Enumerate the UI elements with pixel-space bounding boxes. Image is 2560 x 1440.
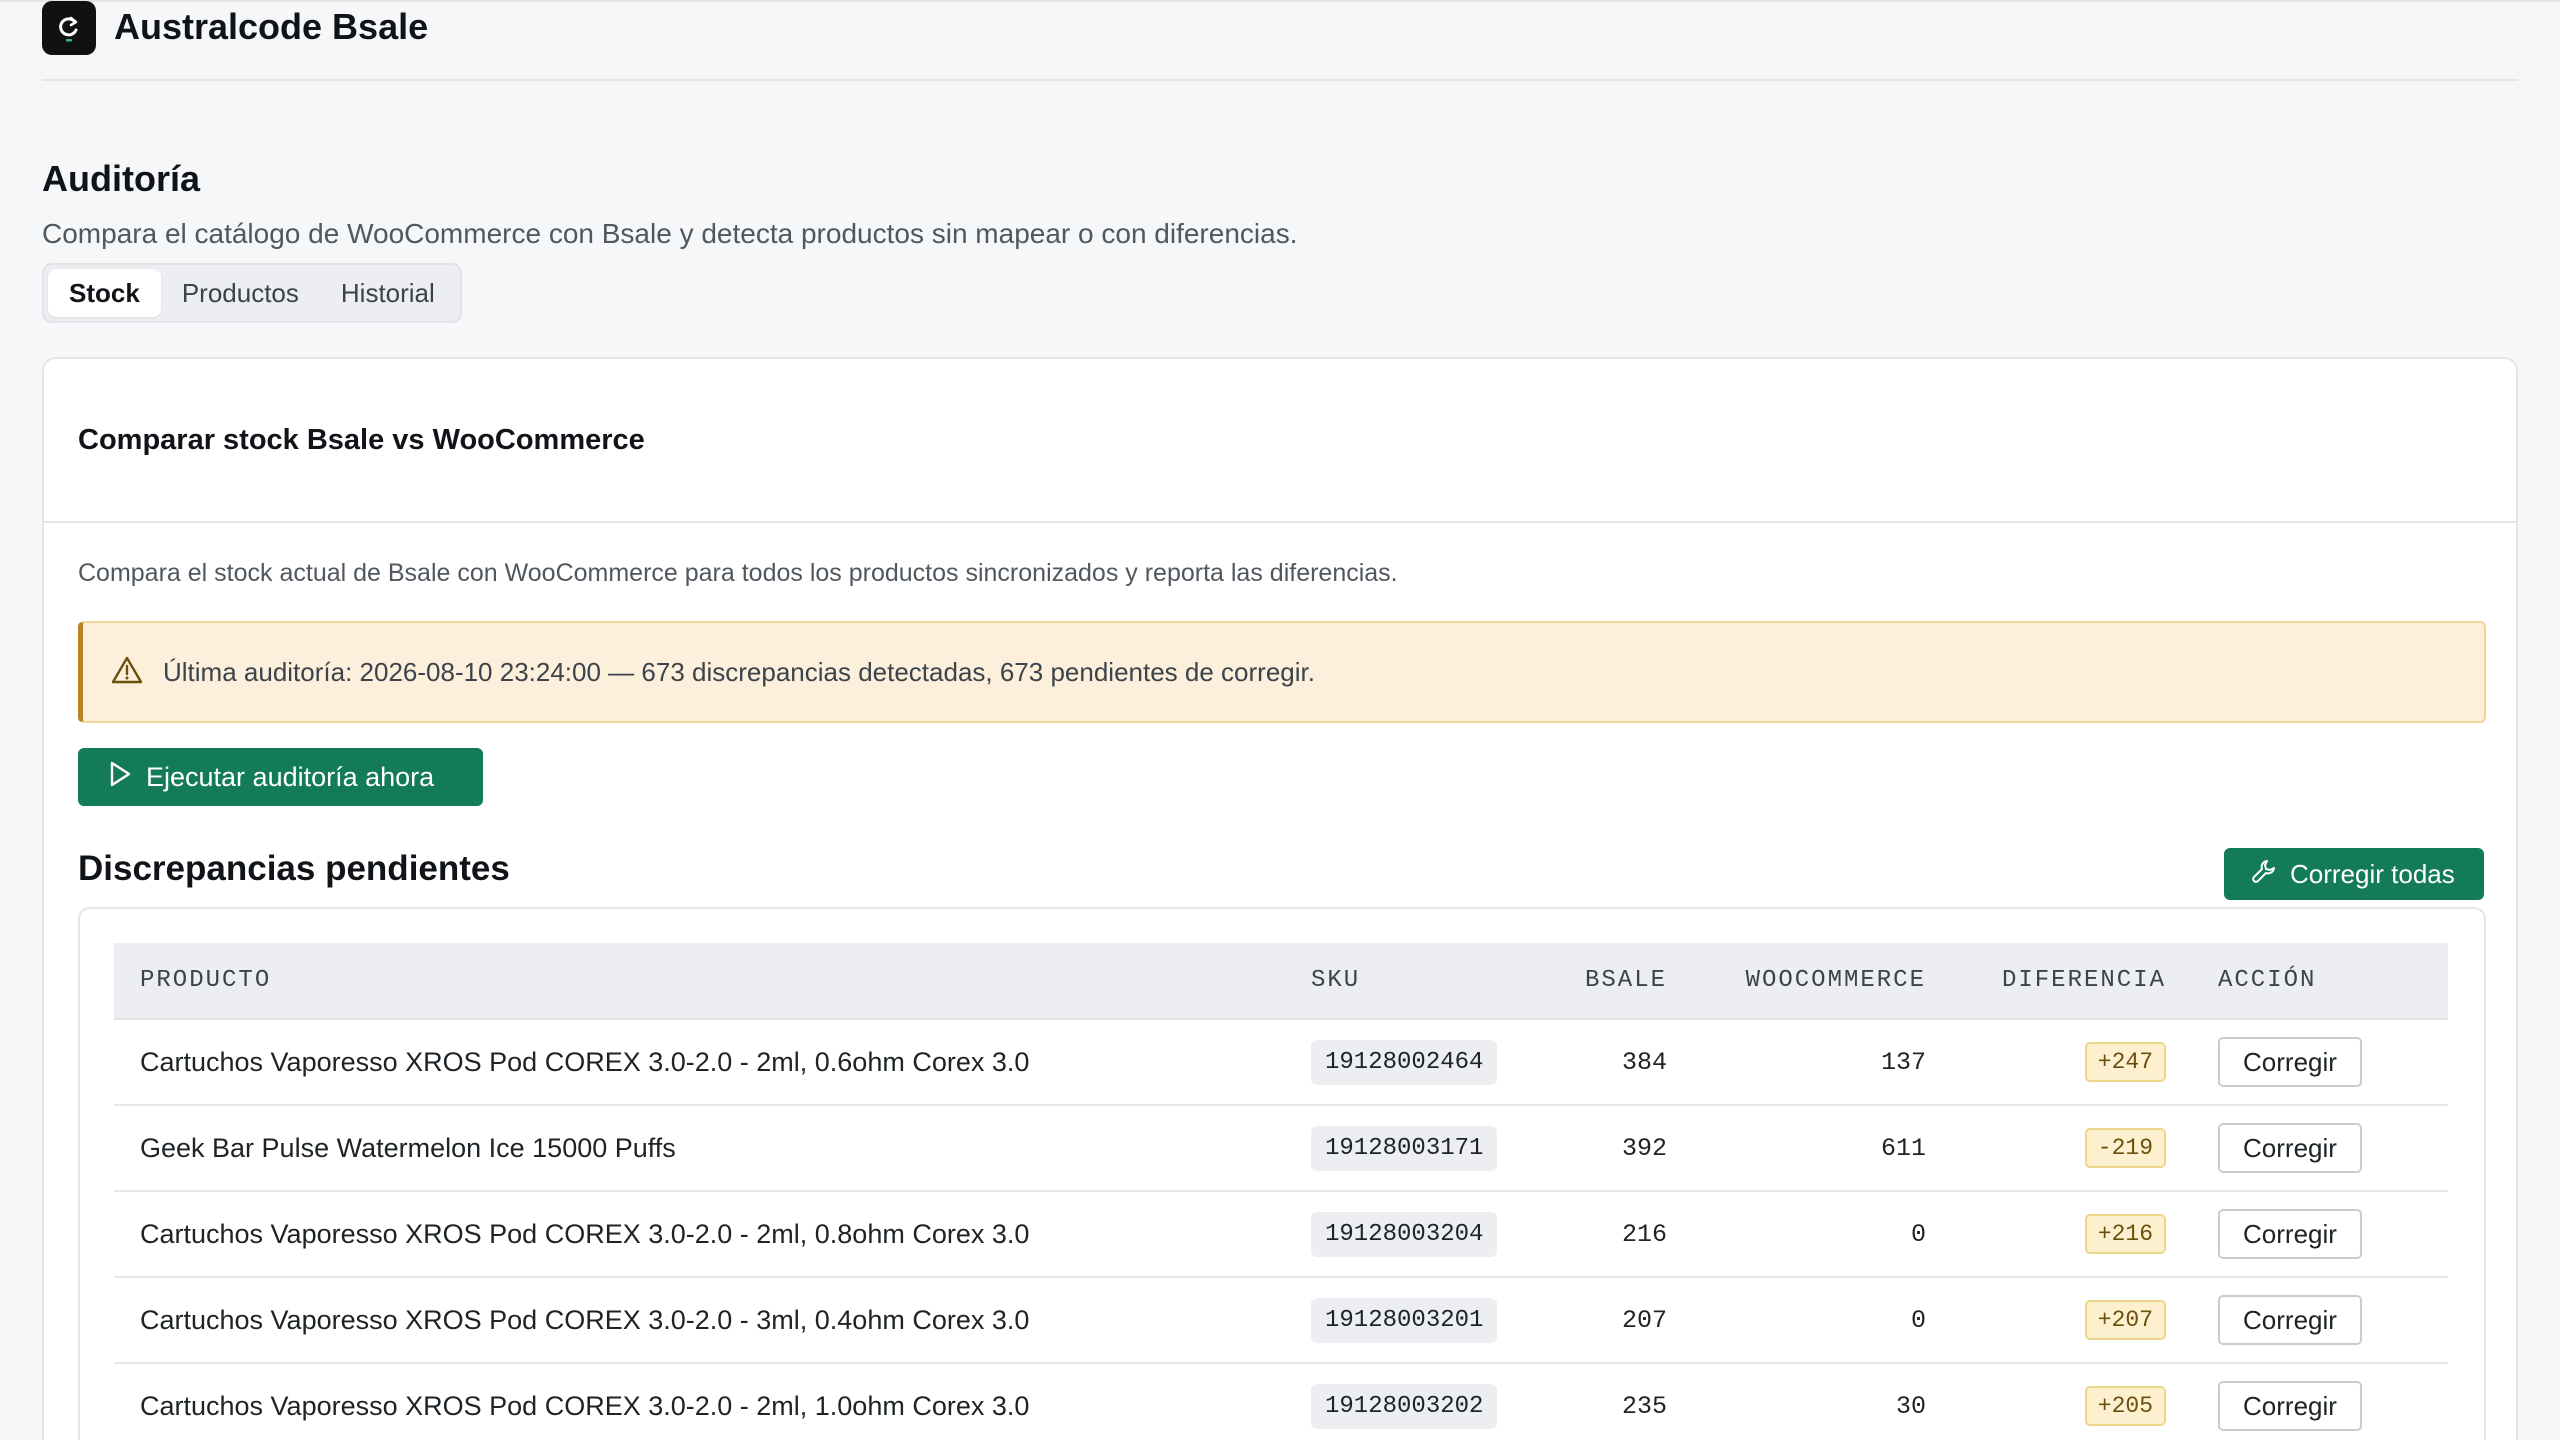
sku-badge: 19128003202 (1311, 1383, 1498, 1429)
woocommerce-stock: 0 (1667, 1191, 1926, 1278)
product-name: Cartuchos Vaporesso XROS Pod COREX 3.0-2… (114, 1019, 1311, 1106)
notice-text: Última auditoría: 2026-08-10 23:24:00 — … (163, 656, 1315, 687)
fix-row-button[interactable]: Corregir (2218, 1381, 2362, 1431)
tab-stock[interactable]: Stock (48, 269, 161, 317)
woocommerce-stock: 0 (1667, 1277, 1926, 1364)
bsale-stock: 207 (1567, 1277, 1667, 1364)
sku-badge: 19128003171 (1311, 1125, 1498, 1171)
product-name: Geek Bar Pulse Watermelon Ice 15000 Puff… (114, 1105, 1311, 1192)
product-name: Cartuchos Vaporesso XROS Pod COREX 3.0-2… (114, 1191, 1311, 1278)
fix-all-button[interactable]: Corregir todas (2224, 848, 2484, 900)
table-row: Cartuchos Vaporesso XROS Pod COREX 3.0-2… (114, 1277, 2448, 1364)
bsale-stock: 235 (1567, 1363, 1667, 1440)
audit-notice: Última auditoría: 2026-08-10 23:24:00 — … (78, 621, 2486, 723)
difference-badge: +205 (2084, 1386, 2166, 1426)
column-header-producto: PRODUCTO (114, 943, 1311, 1020)
difference-badge: +207 (2084, 1300, 2166, 1340)
tab-historial[interactable]: Historial (320, 269, 456, 317)
table-row: Cartuchos Vaporesso XROS Pod COREX 3.0-2… (114, 1019, 2448, 1106)
run-audit-button[interactable]: Ejecutar auditoría ahora (78, 748, 483, 806)
discrepancies-table-container: PRODUCTO SKU BSALE WOOCOMMERCE DIFERENCI… (78, 907, 2486, 1440)
fix-row-button[interactable]: Corregir (2218, 1209, 2362, 1259)
table-header-row: PRODUCTO SKU BSALE WOOCOMMERCE DIFERENCI… (114, 943, 2448, 1020)
fix-row-button[interactable]: Corregir (2218, 1037, 2362, 1087)
table-row: Cartuchos Vaporesso XROS Pod COREX 3.0-2… (114, 1191, 2448, 1278)
run-audit-label: Ejecutar auditoría ahora (146, 761, 435, 792)
card-header: Comparar stock Bsale vs WooCommerce (44, 359, 2516, 523)
fix-row-button[interactable]: Corregir (2218, 1123, 2362, 1173)
tab-bar: Stock Productos Historial (42, 263, 462, 323)
bsale-stock: 384 (1567, 1019, 1667, 1106)
woocommerce-stock: 30 (1667, 1363, 1926, 1440)
card-title: Comparar stock Bsale vs WooCommerce (78, 423, 645, 456)
fix-row-button[interactable]: Corregir (2218, 1295, 2362, 1345)
woocommerce-stock: 611 (1667, 1105, 1926, 1192)
sku-badge: 19128003204 (1311, 1211, 1498, 1257)
table-row: Cartuchos Vaporesso XROS Pod COREX 3.0-2… (114, 1363, 2448, 1440)
bsale-stock: 392 (1567, 1105, 1667, 1192)
app-header: Australcode Bsale (42, 0, 2518, 81)
product-name: Cartuchos Vaporesso XROS Pod COREX 3.0-2… (114, 1363, 1311, 1440)
card-description: Compara el stock actual de Bsale con Woo… (78, 559, 1398, 587)
app-title: Australcode Bsale (114, 5, 429, 47)
sku-badge: 19128003201 (1311, 1297, 1498, 1343)
play-icon (108, 760, 132, 795)
discrepancies-table: PRODUCTO SKU BSALE WOOCOMMERCE DIFERENCI… (114, 943, 2448, 1440)
stock-audit-card: Comparar stock Bsale vs WooCommerce Comp… (42, 357, 2518, 1440)
column-header-bsale: BSALE (1567, 943, 1667, 1020)
tab-productos[interactable]: Productos (161, 269, 320, 317)
difference-badge: -219 (2084, 1128, 2166, 1168)
page-title: Auditoría (42, 158, 200, 199)
difference-badge: +247 (2084, 1042, 2166, 1082)
column-header-sku: SKU (1311, 943, 1567, 1020)
woocommerce-stock: 137 (1667, 1019, 1926, 1106)
page-description: Compara el catálogo de WooCommerce con B… (42, 218, 1298, 249)
column-header-diferencia: DIFERENCIA (1926, 943, 2166, 1020)
table-row: Geek Bar Pulse Watermelon Ice 15000 Puff… (114, 1105, 2448, 1192)
difference-badge: +216 (2084, 1214, 2166, 1254)
fix-all-label: Corregir todas (2290, 858, 2455, 889)
wrench-icon (2250, 857, 2278, 892)
bsale-stock: 216 (1567, 1191, 1667, 1278)
refresh-logo-icon (42, 0, 96, 55)
sku-badge: 19128002464 (1311, 1039, 1498, 1085)
column-header-accion: ACCIÓN (2166, 943, 2448, 1020)
warning-triangle-icon (111, 655, 143, 690)
product-name: Cartuchos Vaporesso XROS Pod COREX 3.0-2… (114, 1277, 1311, 1364)
column-header-woocommerce: WOOCOMMERCE (1667, 943, 1926, 1020)
discrepancies-title: Discrepancias pendientes (78, 849, 510, 888)
